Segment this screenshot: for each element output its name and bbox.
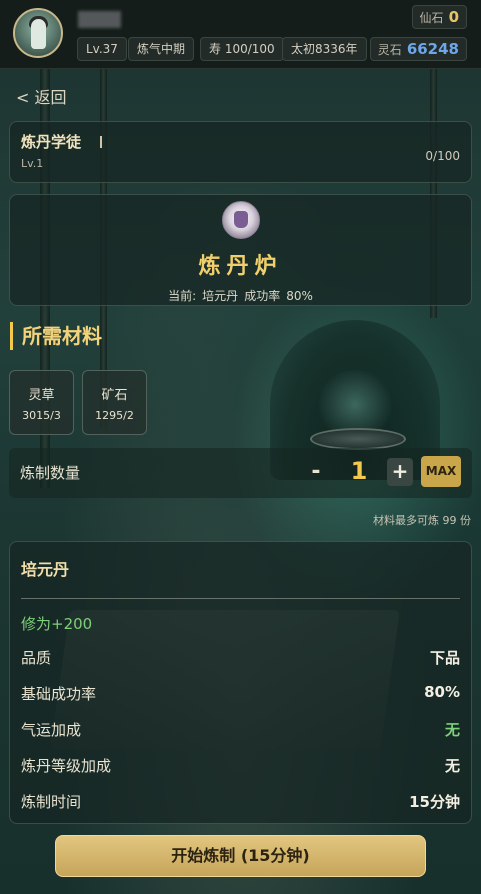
avatar-figure (31, 19, 46, 49)
alchemy-level-bonus-value: 无 (444, 757, 460, 775)
quality-label: 品质 (21, 649, 52, 667)
quantity-stepper: 炼制数量 - 1 + MAX (9, 448, 472, 498)
luck-bonus-value: 无 (444, 721, 460, 739)
era-tag: 太初8336年 (282, 37, 367, 61)
max-craftable-hint: 材料最多可炼 99 份 (373, 514, 471, 527)
background-smoke (315, 370, 395, 440)
rank-progress-bar (100, 136, 102, 148)
alchemy-rank-progress: 0/100 (425, 149, 460, 163)
background-cauldron (310, 428, 406, 450)
lingshi-value: 66248 (406, 40, 459, 58)
xianshi-value: 0 (448, 8, 459, 26)
craft-time-label: 炼制时间 (21, 793, 82, 811)
xianshi-label: 仙石 (419, 11, 444, 25)
material-card-ore[interactable]: 矿石 1295/2 (82, 370, 147, 435)
quantity-max-button[interactable]: MAX (421, 456, 461, 487)
success-rate-value: 80% (286, 289, 313, 303)
current-pill-name: 培元丹 (202, 289, 239, 303)
lingshi-currency: 灵石 66248 (369, 37, 467, 61)
quantity-label: 炼制数量 (20, 464, 81, 482)
material-name: 灵草 (28, 388, 55, 403)
player-avatar[interactable] (13, 8, 63, 58)
level-tag: Lv.37 (77, 37, 127, 61)
quantity-decrease-button[interactable]: - (305, 458, 327, 486)
current-prefix: 当前: (168, 289, 197, 303)
furnace-icon (222, 201, 260, 239)
divider (21, 598, 460, 599)
quality-value: 下品 (429, 649, 460, 667)
material-count: 3015/3 (22, 409, 61, 422)
lingshi-label: 灵石 (377, 43, 402, 57)
alchemy-rank-panel: 炼丹学徒 Lv.1 0/100 (9, 121, 472, 183)
base-success-label: 基础成功率 (21, 685, 97, 703)
player-name-redacted (78, 11, 121, 28)
pill-detail-panel: 培元丹 修为+200 品质 下品 基础成功率 80% 气运加成 无 炼丹等级加成… (9, 541, 472, 824)
back-button[interactable]: < 返回 (16, 84, 67, 108)
realm-tag: 炼气中期 (128, 37, 195, 61)
player-status-bar: Lv.37 炼气中期 寿 100/100 太初8336年 仙石 0 灵石 66248 (0, 0, 481, 69)
base-success-value: 80% (424, 683, 460, 701)
lifespan-tag: 寿 100/100 (200, 37, 284, 61)
success-rate-label: 成功率 (244, 289, 281, 303)
furnace-title: 炼丹炉 (198, 254, 283, 279)
materials-section-title: 所需材料 (10, 322, 102, 350)
craft-time-value: 15分钟 (409, 793, 460, 811)
furnace-panel[interactable]: 炼丹炉 当前: 培元丹 成功率 80% (9, 194, 472, 306)
alchemy-level-bonus-label: 炼丹等级加成 (21, 757, 112, 775)
alchemy-rank-level: Lv.1 (21, 157, 44, 170)
furnace-current-info: 当前: 培元丹 成功率 80% (10, 287, 471, 304)
luck-bonus-label: 气运加成 (21, 721, 82, 739)
material-name: 矿石 (101, 388, 128, 403)
quantity-value[interactable]: 1 (339, 454, 379, 488)
pill-name: 培元丹 (21, 560, 70, 579)
quantity-increase-button[interactable]: + (387, 458, 413, 486)
material-count: 1295/2 (95, 409, 134, 422)
material-card-herb[interactable]: 灵草 3015/3 (9, 370, 74, 435)
start-crafting-button[interactable]: 开始炼制 (15分钟) (55, 835, 426, 877)
pill-effect: 修为+200 (21, 615, 93, 633)
xianshi-currency: 仙石 0 (411, 5, 467, 29)
alchemy-rank-title: 炼丹学徒 (21, 133, 82, 151)
